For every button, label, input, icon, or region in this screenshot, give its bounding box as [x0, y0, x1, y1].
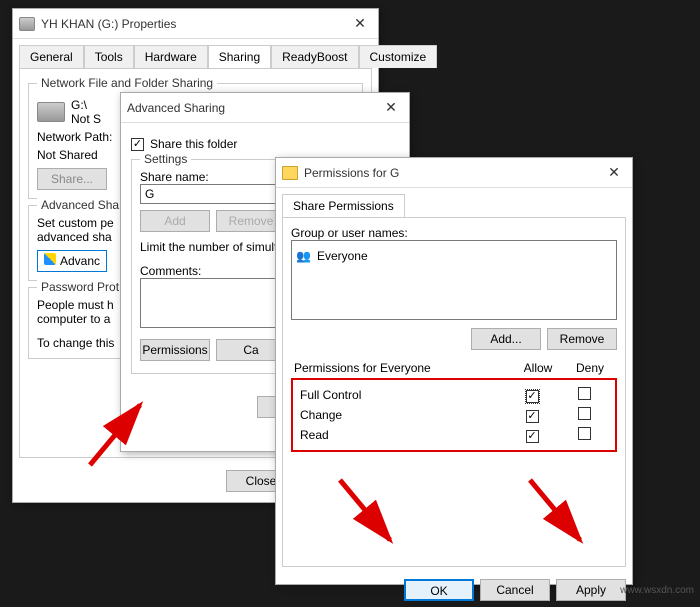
users-icon: 👥 [296, 249, 311, 263]
tab-tools[interactable]: Tools [84, 45, 134, 68]
folder-icon [282, 166, 298, 180]
titlebar: Permissions for G ✕ [276, 158, 632, 188]
advanced-sharing-button[interactable]: Advanc [37, 250, 107, 272]
close-icon[interactable]: ✕ [602, 164, 626, 181]
tab-share-permissions[interactable]: Share Permissions [282, 194, 405, 217]
deny-checkbox[interactable] [578, 387, 591, 400]
permissions-table: Permissions for Everyone Allow Deny [291, 358, 617, 378]
tab-general[interactable]: General [19, 45, 84, 68]
titlebar: YH KHAN (G:) Properties ✕ [13, 9, 378, 39]
group-legend: Settings [140, 152, 191, 166]
remove-button[interactable]: Remove [547, 328, 617, 350]
tab-hardware[interactable]: Hardware [134, 45, 208, 68]
perm-name: Change [299, 406, 505, 424]
tab-readyboost[interactable]: ReadyBoost [271, 45, 358, 68]
permissions-button[interactable]: Permissions [140, 339, 210, 361]
titlebar: Advanced Sharing ✕ [121, 93, 409, 123]
cancel-button[interactable]: Cancel [480, 579, 550, 601]
group-legend: Advanced Sha [37, 198, 123, 212]
user-list[interactable]: 👥 Everyone [291, 240, 617, 320]
drive-icon [19, 17, 35, 31]
network-path-label: Network Path: [37, 130, 112, 144]
table-row: Full Control [299, 386, 609, 404]
tab-customize[interactable]: Customize [359, 45, 438, 68]
deny-checkbox[interactable] [578, 427, 591, 440]
deny-checkbox[interactable] [578, 407, 591, 420]
window-title: Advanced Sharing [127, 101, 379, 115]
close-icon[interactable]: ✕ [379, 99, 403, 116]
allow-checkbox[interactable] [526, 410, 539, 423]
watermark: www.wsxdn.com [620, 585, 694, 596]
window-title: Permissions for G [304, 166, 602, 180]
perm-name: Read [299, 426, 505, 444]
checkbox-icon [131, 138, 144, 151]
perms-for-label: Permissions for Everyone [293, 360, 511, 376]
list-item[interactable]: 👥 Everyone [296, 249, 612, 263]
drive-path: G:\ [71, 98, 101, 112]
share-button[interactable]: Share... [37, 168, 107, 190]
user-name: Everyone [317, 249, 368, 263]
add-button[interactable]: Add... [471, 328, 541, 350]
close-icon[interactable]: ✕ [348, 15, 372, 32]
share-status: Not S [71, 112, 101, 126]
table-row: Read [299, 426, 609, 444]
drive-icon [37, 102, 65, 122]
table-row: Change [299, 406, 609, 424]
tab-sharing[interactable]: Sharing [208, 45, 271, 68]
allow-checkbox[interactable] [526, 430, 539, 443]
perm-name: Full Control [299, 386, 505, 404]
tabs: General Tools Hardware Sharing ReadyBoos… [13, 39, 378, 68]
apply-button[interactable]: Apply [556, 579, 626, 601]
permissions-highlight-box: Full Control Change Read [291, 378, 617, 452]
deny-header: Deny [565, 360, 615, 376]
group-legend: Password Prot [37, 280, 123, 294]
allow-header: Allow [513, 360, 563, 376]
shield-icon [44, 253, 56, 265]
add-button[interactable]: Add [140, 210, 210, 232]
window-title: YH KHAN (G:) Properties [41, 17, 348, 31]
permissions-dialog: Permissions for G ✕ Share Permissions Gr… [275, 157, 633, 585]
group-legend: Network File and Folder Sharing [37, 76, 217, 90]
tabs: Share Permissions [276, 188, 632, 217]
group-user-label: Group or user names: [291, 226, 617, 240]
dialog-footer: OK Cancel Apply [276, 573, 632, 607]
ok-button[interactable]: OK [404, 579, 474, 601]
share-folder-label: Share this folder [150, 137, 237, 151]
tab-panel: Group or user names: 👥 Everyone Add... R… [282, 217, 626, 567]
share-folder-checkbox[interactable]: Share this folder [131, 137, 399, 151]
allow-checkbox[interactable] [526, 390, 539, 403]
